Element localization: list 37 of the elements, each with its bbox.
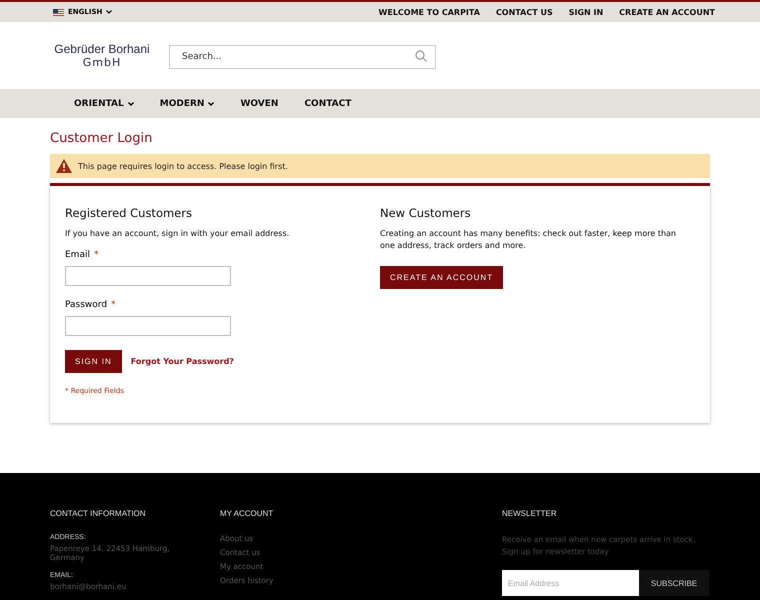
top-link[interactable]: CONTACT US	[496, 8, 553, 16]
field-label: Password	[65, 300, 108, 310]
input-field[interactable]	[65, 266, 231, 286]
input-field[interactable]	[65, 316, 231, 336]
nav-item[interactable]: WOVEN	[240, 98, 278, 108]
search-icon	[415, 50, 427, 62]
benefits-text: Creating an account has many benefits: check out faster, keep more than one address, track orders and more.	[380, 228, 677, 252]
section-heading: New Customers	[380, 206, 471, 220]
required-mark: *	[111, 300, 116, 310]
warning-text: This page requires login to access. Please login first.	[78, 162, 288, 170]
subscribe-button[interactable]: SUBSCRIBE	[639, 570, 709, 596]
footer-heading: NEWSLETTER	[502, 509, 557, 518]
forgot-password-link[interactable]: Forgot Your Password?	[130, 357, 234, 366]
section-heading: Registered Customers	[65, 206, 192, 220]
footer-heading: CONTACT INFORMATION	[50, 509, 146, 518]
top-link[interactable]: CREATE AN ACCOUNT	[619, 8, 715, 16]
chevron-icon	[106, 10, 112, 14]
newsletter-email-field[interactable]: Email Address	[502, 570, 639, 596]
chevron-icon	[208, 102, 214, 106]
sign-in-button[interactable]: SIGN IN	[65, 350, 122, 373]
warning-icon	[56, 159, 72, 173]
create-account-button[interactable]: CREATE AN ACCOUNT	[380, 266, 504, 289]
field-label: Email	[65, 250, 90, 260]
nav-item[interactable]: ORIENTAL	[74, 98, 134, 108]
page-title: Customer Login	[50, 131, 154, 146]
chevron-icon	[128, 102, 134, 106]
required-mark: *	[94, 250, 98, 260]
logo-text: Gebrüder Borhani	[54, 42, 150, 56]
logo-subtext: GmbH	[82, 56, 122, 69]
footer-heading: MY ACCOUNT	[220, 509, 274, 518]
intro-text: If you have an account, sign in with your email address.	[65, 228, 290, 240]
flag-icon	[53, 8, 64, 16]
search-field[interactable]: Search...	[169, 44, 436, 68]
top-link[interactable]: WELCOME TO CARPITA	[378, 8, 480, 16]
top-link[interactable]: SIGN IN	[568, 8, 604, 16]
nav-item[interactable]: CONTACT	[304, 98, 352, 108]
nav-item[interactable]: MODERN	[160, 98, 214, 108]
